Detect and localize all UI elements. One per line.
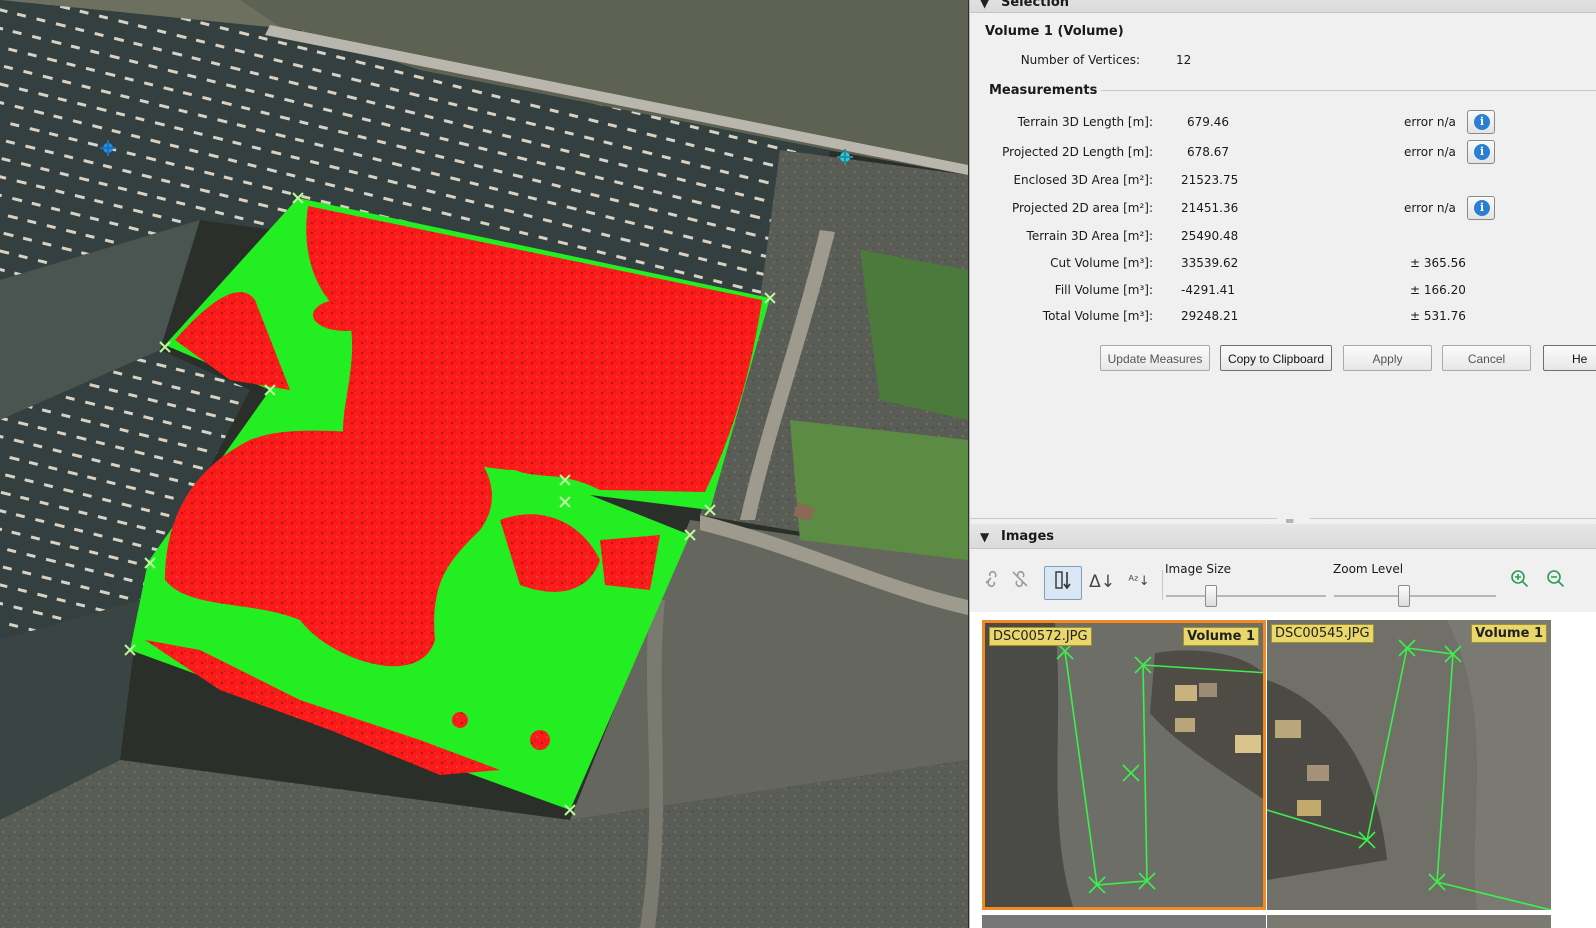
terrain-render[interactable] (0, 0, 968, 928)
info-button[interactable]: i (1467, 196, 1495, 220)
measurements-title: Measurements (989, 83, 1098, 98)
thumbnail-partial[interactable] (1267, 915, 1551, 928)
sort-delta-icon[interactable]: Δ↓ (1088, 568, 1116, 596)
measurement-value: -4291.41 (1181, 283, 1235, 297)
thumbnail-partial[interactable] (982, 915, 1266, 928)
zoom-level-slider-track[interactable] (1334, 595, 1496, 597)
uncertainty-value: ± 531.76 (1410, 309, 1466, 323)
collapse-triangle-icon[interactable]: ▼ (980, 0, 989, 10)
measurement-value: 21451.36 (1181, 201, 1239, 215)
3d-viewport[interactable] (0, 0, 968, 928)
link-icon[interactable] (978, 568, 1006, 596)
measurements-divider (1101, 90, 1596, 91)
cancel-button[interactable]: Cancel (1442, 345, 1531, 371)
panel-splitter[interactable]: ═ (970, 514, 1596, 528)
images-section-header[interactable]: ▼ Images (970, 524, 1596, 549)
uncertainty-value: ± 365.56 (1410, 256, 1466, 270)
thumbnail-filename: DSC00572.JPG (989, 627, 1092, 646)
info-button[interactable]: i (1467, 110, 1495, 134)
error-value: error n/a (1404, 145, 1456, 159)
copy-to-clipboard-button[interactable]: Copy to Clipboard (1220, 345, 1332, 371)
measurement-label: Terrain 3D Area [m²]: (1026, 229, 1153, 243)
info-icon: i (1474, 144, 1490, 160)
images-section-title: Images (1001, 529, 1055, 544)
image-size-label: Image Size (1165, 562, 1232, 576)
error-value: error n/a (1404, 115, 1456, 129)
selection-section-title: Selection (1001, 0, 1070, 10)
update-measures-button[interactable]: Update Measures (1100, 345, 1210, 371)
measurement-label: Projected 2D area [m²]: (1011, 201, 1153, 215)
image-thumbnail[interactable]: DSC00572.JPG Volume 1 (982, 620, 1266, 910)
measurement-label: Terrain 3D Length [m]: (1017, 115, 1153, 129)
thumbnail-volume-tag: Volume 1 (1183, 627, 1259, 646)
info-icon: i (1474, 114, 1490, 130)
thumbnail-filename: DSC00545.JPG (1271, 624, 1374, 643)
measurement-value: 25490.48 (1181, 229, 1239, 243)
image-size-slider-track[interactable] (1166, 595, 1326, 597)
apply-button[interactable]: Apply (1343, 345, 1432, 371)
toolbar-separator (1162, 570, 1163, 600)
measurement-label: Cut Volume [m³]: (1050, 256, 1153, 270)
measurement-label: Fill Volume [m³]: (1054, 283, 1153, 297)
info-icon: i (1474, 200, 1490, 216)
vertices-label: Number of Vertices: (1020, 53, 1140, 67)
properties-panel: ▼ Selection Volume 1 (Volume) Number of … (969, 0, 1596, 928)
image-thumbnail[interactable]: DSC00545.JPG Volume 1 (1267, 620, 1551, 910)
selection-section-header[interactable]: ▼ Selection (970, 0, 1596, 13)
drone-photo (985, 623, 1263, 907)
object-title: Volume 1 (Volume) (985, 24, 1124, 39)
thumbnail-volume-tag: Volume 1 (1471, 624, 1547, 643)
zoom-in-icon[interactable] (1506, 568, 1534, 596)
measurement-label: Total Volume [m³]: (1042, 309, 1153, 323)
uncertainty-value: ± 166.20 (1410, 283, 1466, 297)
measurement-label: Projected 2D Length [m]: (1002, 145, 1153, 159)
help-button[interactable]: He (1543, 345, 1596, 371)
zoom-out-icon[interactable] (1542, 568, 1570, 596)
collapse-triangle-icon[interactable]: ▼ (980, 530, 989, 544)
measurement-value: 29248.21 (1181, 309, 1239, 323)
zoom-level-slider-handle[interactable] (1397, 585, 1410, 607)
sort-alpha-icon[interactable]: ᴬᶻ↓ (1125, 568, 1153, 596)
measurement-value: 21523.75 (1181, 173, 1239, 187)
measurement-value: 679.46 (1187, 115, 1229, 129)
error-value: error n/a (1404, 201, 1456, 215)
image-size-slider-handle[interactable] (1204, 585, 1217, 607)
vertices-value: 12 (1176, 53, 1192, 67)
measurement-value: 678.67 (1187, 145, 1229, 159)
unlink-icon[interactable] (1006, 568, 1034, 596)
measurement-value: 33539.62 (1181, 256, 1239, 270)
zoom-level-label: Zoom Level (1333, 562, 1404, 576)
measurement-label: Enclosed 3D Area [m²]: (1013, 173, 1153, 187)
sort-order-icon[interactable] (1044, 566, 1082, 600)
info-button[interactable]: i (1467, 140, 1495, 164)
drone-photo (1267, 620, 1551, 910)
